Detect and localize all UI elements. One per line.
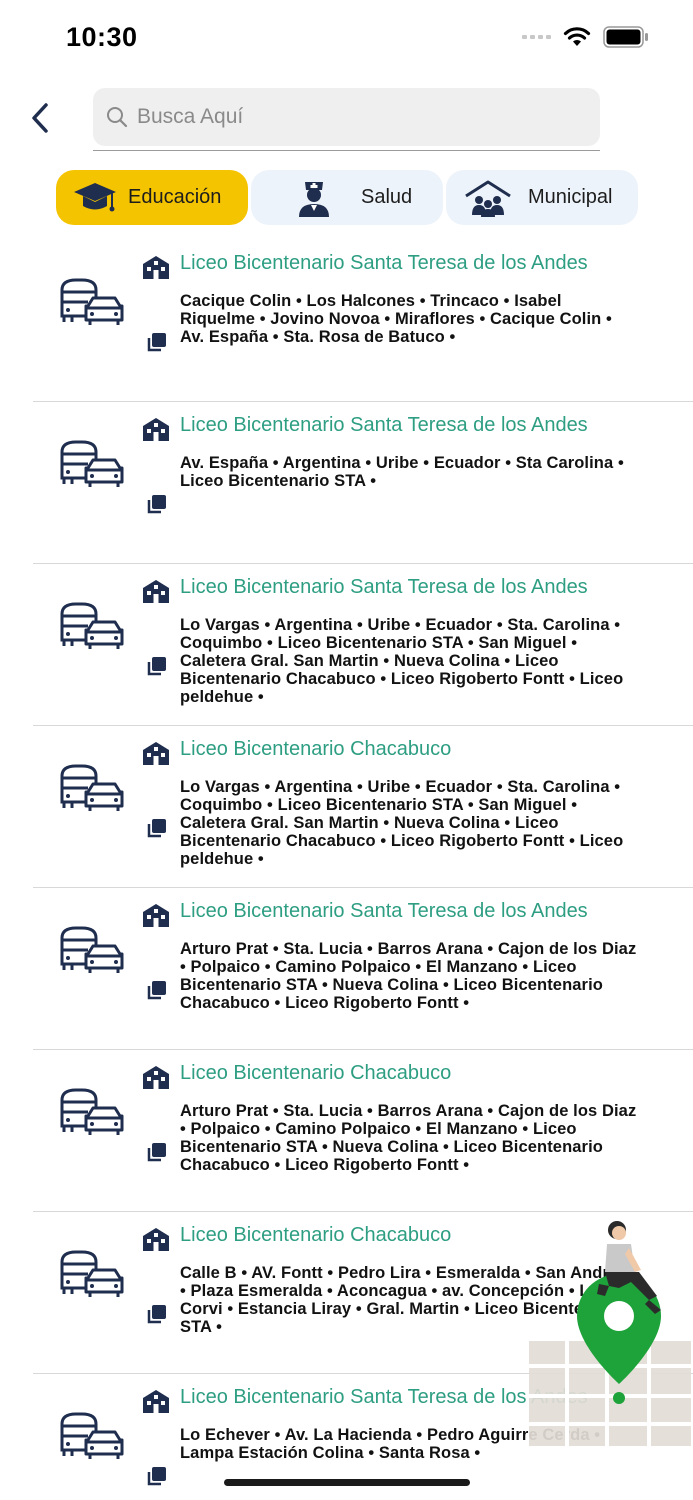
home-indicator (224, 1479, 470, 1486)
route-item[interactable]: Liceo Bicentenario Santa Teresa de los A… (0, 888, 693, 1050)
bus-car-icon (60, 1088, 124, 1135)
route-item[interactable]: Liceo Bicentenario Santa Teresa de los A… (0, 564, 693, 726)
wifi-icon (563, 27, 591, 46)
school-icon (143, 1066, 169, 1089)
route-title: Liceo Bicentenario Santa Teresa de los A… (180, 252, 588, 274)
search-icon (107, 107, 128, 128)
chip-educacion[interactable]: Educación (56, 170, 248, 225)
route-title: Liceo Bicentenario Chacabuco (180, 1062, 452, 1084)
copy-icon[interactable] (145, 494, 167, 516)
school-icon (143, 1228, 169, 1251)
route-title: Liceo Bicentenario Chacabuco (180, 1224, 452, 1246)
status-time: 10:30 (66, 22, 138, 52)
bus-car-icon (60, 440, 124, 487)
route-stops: Lo Vargas • Argentina • Uribe • Ecuador … (180, 778, 624, 868)
school-icon (143, 580, 169, 603)
copy-icon[interactable] (145, 980, 167, 1002)
chevron-left-icon (32, 103, 48, 133)
copy-icon[interactable] (145, 1142, 167, 1164)
school-icon (143, 1390, 169, 1413)
route-title: Liceo Bicentenario Santa Teresa de los A… (180, 576, 588, 598)
chip-municipal[interactable]: Municipal (446, 170, 638, 225)
chip-salud[interactable]: Salud (251, 170, 443, 225)
route-stops: Av. España • Argentina • Uribe • Ecuador… (180, 454, 624, 490)
copy-icon[interactable] (145, 818, 167, 840)
school-icon (143, 904, 169, 927)
map-pin-illustration-button[interactable] (527, 1216, 693, 1448)
copy-icon[interactable] (145, 332, 167, 354)
status-icons (522, 26, 649, 48)
copy-icon[interactable] (145, 1304, 167, 1326)
search-input[interactable] (137, 105, 577, 129)
bus-car-icon (60, 278, 124, 325)
route-title: Liceo Bicentenario Santa Teresa de los A… (180, 414, 588, 436)
bus-car-icon (60, 1412, 124, 1459)
bus-car-icon (60, 602, 124, 649)
route-item[interactable]: Liceo Bicentenario Chacabuco Arturo Prat… (0, 1050, 693, 1212)
category-chips: Educación Salud Municipal (56, 170, 638, 225)
route-stops: Arturo Prat • Sta. Lucia • Barros Arana … (180, 940, 637, 1012)
battery-icon (603, 26, 648, 48)
school-icon (143, 256, 169, 279)
school-icon (143, 418, 169, 441)
copy-icon[interactable] (145, 656, 167, 678)
school-icon (143, 742, 169, 765)
graduation-cap-icon (74, 182, 116, 211)
chip-label-municipal: Municipal (528, 186, 613, 208)
bus-car-icon (60, 926, 124, 973)
route-stops: Arturo Prat • Sta. Lucia • Barros Arana … (180, 1102, 637, 1174)
search-underline (93, 150, 600, 151)
route-item[interactable]: Liceo Bicentenario Santa Teresa de los A… (0, 240, 693, 402)
route-stops: Lo Vargas • Argentina • Uribe • Ecuador … (180, 616, 624, 706)
route-item[interactable]: Liceo Bicentenario Chacabuco Lo Vargas •… (0, 726, 693, 888)
cellular-signal-icon (522, 35, 551, 39)
chip-label-educacion: Educación (128, 186, 222, 208)
municipal-building-icon (465, 180, 511, 217)
back-button[interactable] (22, 98, 58, 138)
chip-label-salud: Salud (361, 186, 413, 208)
copy-icon[interactable] (145, 1466, 167, 1488)
route-item[interactable]: Liceo Bicentenario Santa Teresa de los A… (0, 402, 693, 564)
status-bar: 10:30 (0, 0, 693, 78)
route-title: Liceo Bicentenario Chacabuco (180, 738, 452, 760)
bus-car-icon (60, 1250, 124, 1297)
route-title: Liceo Bicentenario Santa Teresa de los A… (180, 900, 588, 922)
bus-car-icon (60, 764, 124, 811)
search-box[interactable] (93, 88, 600, 146)
route-stops: Cacique Colin • Los Halcones • Trincaco … (180, 292, 612, 346)
nurse-icon (299, 181, 329, 217)
